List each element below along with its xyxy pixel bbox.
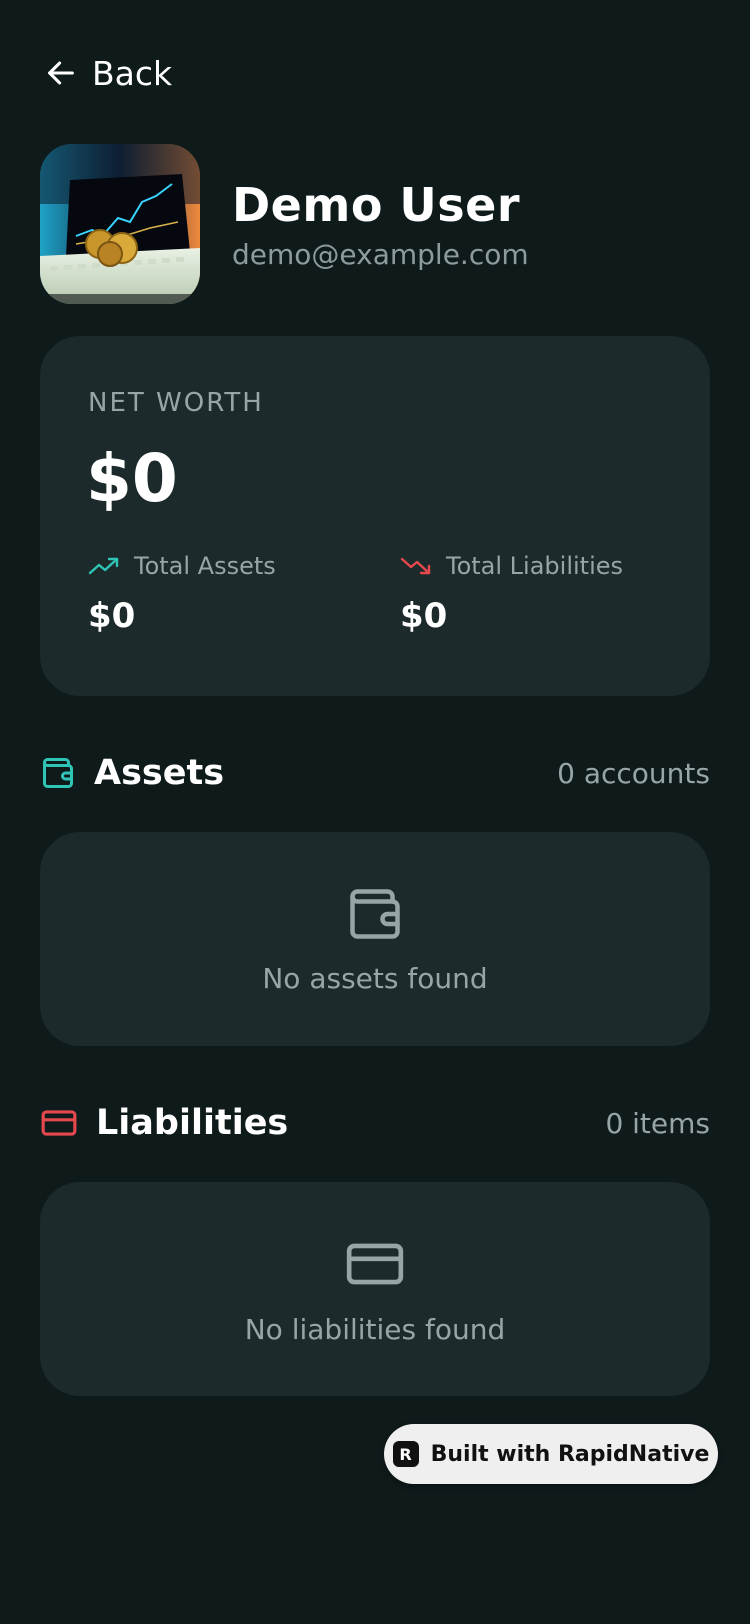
liabilities-title-group: Liabilities xyxy=(40,1103,288,1143)
avatar[interactable] xyxy=(40,144,200,304)
trending-down-icon xyxy=(400,555,432,577)
total-liabilities-header: Total Liabilities xyxy=(400,552,623,580)
trending-up-icon xyxy=(88,555,120,577)
assets-title: Assets xyxy=(94,753,225,793)
assets-count: 0 accounts xyxy=(557,756,710,790)
total-liabilities-value: $0 xyxy=(400,596,448,636)
total-liabilities-label: Total Liabilities xyxy=(446,552,624,580)
liabilities-empty-state: No liabilities found xyxy=(40,1182,710,1396)
assets-section-header: Assets 0 accounts xyxy=(40,748,710,798)
wallet-icon xyxy=(345,884,405,944)
arrow-left-icon xyxy=(44,56,78,90)
liabilities-empty-text: No liabilities found xyxy=(244,1312,506,1346)
credit-card-icon xyxy=(40,1104,78,1142)
wallet-icon xyxy=(40,755,76,791)
total-assets-label: Total Assets xyxy=(134,552,276,580)
back-label: Back xyxy=(92,53,173,93)
total-assets-header: Total Assets xyxy=(88,552,276,580)
net-worth-card: NET WORTH $0 Total Assets $0 Total Liabi… xyxy=(40,336,710,696)
rapidnative-logo-icon: R xyxy=(392,1441,419,1467)
profile-text: Demo User demo@example.com xyxy=(232,178,529,271)
assets-title-group: Assets xyxy=(40,753,224,793)
profile-header: Demo User demo@example.com xyxy=(40,144,529,304)
assets-empty-state: No assets found xyxy=(40,832,710,1046)
user-name: Demo User xyxy=(232,177,521,232)
liabilities-title: Liabilities xyxy=(96,1103,289,1143)
liabilities-section-header: Liabilities 0 items xyxy=(40,1098,710,1148)
liabilities-count: 0 items xyxy=(605,1106,710,1140)
assets-empty-text: No assets found xyxy=(262,961,488,995)
badge-text: Built with RapidNative xyxy=(430,1441,710,1467)
net-worth-value: $0 xyxy=(86,440,178,517)
total-assets: Total Assets $0 xyxy=(88,552,276,636)
user-email: demo@example.com xyxy=(232,237,529,271)
total-liabilities: Total Liabilities $0 xyxy=(400,552,623,636)
net-worth-screen: Back Demo User demo@example.com NET WORT… xyxy=(0,0,750,1624)
credit-card-icon xyxy=(344,1233,406,1295)
total-assets-value: $0 xyxy=(88,596,136,636)
built-with-badge[interactable]: R Built with RapidNative xyxy=(384,1424,718,1484)
net-worth-label: NET WORTH xyxy=(88,388,264,418)
back-button[interactable]: Back xyxy=(44,48,172,98)
